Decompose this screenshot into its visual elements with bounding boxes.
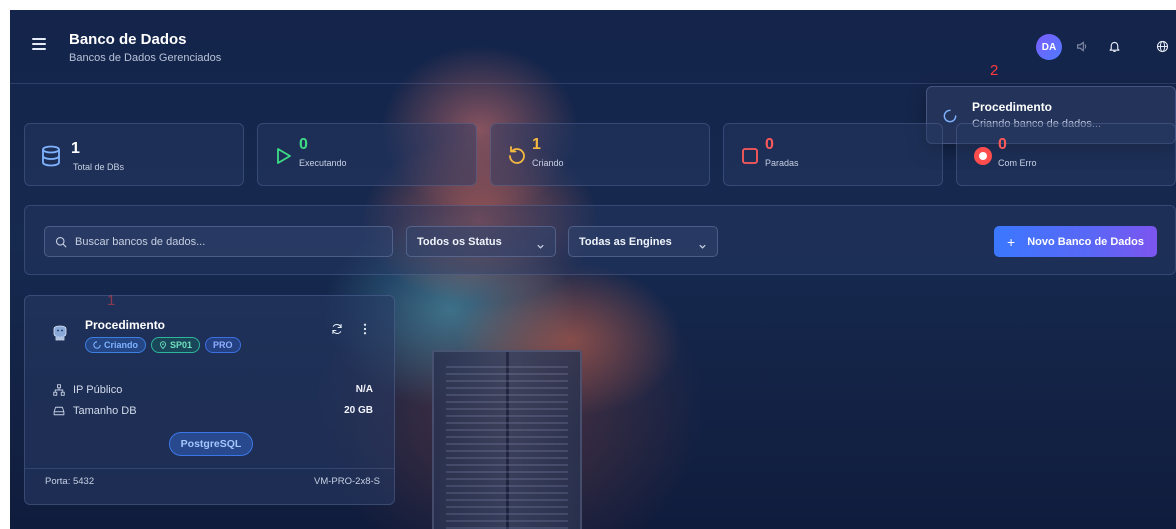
chevron-down-icon (698, 238, 707, 256)
vm-info: VM-PRO-2x8-S (314, 476, 380, 487)
engine-badge: PostgreSQL (169, 432, 253, 456)
stat-card-creating: 1 Criando (490, 123, 710, 186)
postgresql-elephant-icon (50, 324, 70, 344)
port-info: Porta: 5432 (45, 476, 95, 487)
bell-icon[interactable] (1106, 38, 1122, 54)
ip-label: IP Público (73, 384, 123, 396)
plan-badge-label: PRO (213, 340, 233, 350)
play-icon (272, 144, 296, 168)
toast-title: Procedimento (972, 100, 1053, 114)
hard-drive-icon (53, 405, 65, 420)
search-box[interactable] (44, 226, 393, 257)
network-icon (53, 384, 65, 399)
search-icon (55, 235, 67, 253)
engine-select[interactable]: Todas as Engines (568, 226, 718, 257)
stat-value: 1 (532, 136, 541, 153)
database-badges: Criando SP01 PRO (85, 337, 241, 353)
stat-card-running: 0 Executando (257, 123, 477, 186)
region-badge-label: SP01 (170, 340, 193, 350)
menu-icon[interactable] (32, 38, 46, 52)
app-frame: Banco de Dados Bancos de Dados Gerenciad… (10, 10, 1176, 529)
stat-label: Paradas (765, 158, 799, 168)
stat-label: Executando (299, 158, 347, 168)
plus-icon: + (1007, 233, 1016, 250)
stat-value: 1 (71, 140, 80, 157)
stat-label: Total de DBs (73, 162, 125, 172)
new-database-label: Novo Banco de Dados (1027, 235, 1144, 248)
sound-icon[interactable] (1074, 38, 1090, 54)
error-dot-icon (971, 144, 995, 168)
app-header: Banco de Dados Bancos de Dados Gerenciad… (10, 10, 1176, 84)
stat-label: Criando (532, 158, 564, 168)
chevron-down-icon (536, 238, 545, 256)
loading-spinner-icon (943, 109, 957, 128)
filter-bar: Todos os Status Todas as Engines + Novo … (24, 205, 1176, 275)
stat-card-error: 0 Com Erro (956, 123, 1176, 186)
stat-value: 0 (998, 136, 1007, 153)
size-row: Tamanho DB 20 GB (53, 404, 373, 420)
location-pin-icon (160, 341, 167, 349)
database-name: Procedimento (85, 318, 166, 332)
status-badge: Criando (85, 337, 147, 353)
search-input[interactable] (75, 227, 385, 256)
new-database-button[interactable]: + Novo Banco de Dados (994, 226, 1157, 257)
plan-badge: PRO (205, 337, 241, 353)
size-label: Tamanho DB (73, 405, 137, 417)
rotate-icon (505, 144, 529, 168)
annotation-marker-2: 2 (990, 62, 999, 79)
status-select-value: Todos os Status (417, 236, 502, 248)
spinner-icon (93, 341, 101, 349)
status-select[interactable]: Todos os Status (406, 226, 556, 257)
stat-value: 0 (765, 136, 774, 153)
database-card[interactable]: Procedimento Criando SP01 PRO IP Público… (24, 295, 395, 505)
page-title: Banco de Dados (69, 31, 187, 48)
stat-card-total: 1 Total de DBs (24, 123, 244, 186)
user-avatar[interactable]: DA (1036, 34, 1062, 60)
engine-select-value: Todas as Engines (579, 236, 672, 248)
refresh-icon[interactable] (329, 321, 345, 337)
ip-value: N/A (355, 384, 373, 395)
stat-card-stopped: 0 Paradas (723, 123, 943, 186)
stat-value: 0 (299, 136, 308, 153)
card-divider (25, 468, 394, 469)
size-value: 20 GB (344, 405, 373, 416)
stat-label: Com Erro (998, 158, 1037, 168)
database-icon (39, 144, 63, 168)
server-rack-illustration (432, 350, 582, 529)
stop-square-icon (738, 144, 762, 168)
globe-icon[interactable] (1154, 38, 1170, 54)
more-vertical-icon[interactable] (357, 321, 373, 337)
ip-row: IP Público N/A (53, 383, 373, 399)
region-badge: SP01 (151, 337, 201, 353)
status-badge-label: Criando (104, 340, 139, 350)
page-subtitle: Bancos de Dados Gerenciados (69, 52, 222, 64)
